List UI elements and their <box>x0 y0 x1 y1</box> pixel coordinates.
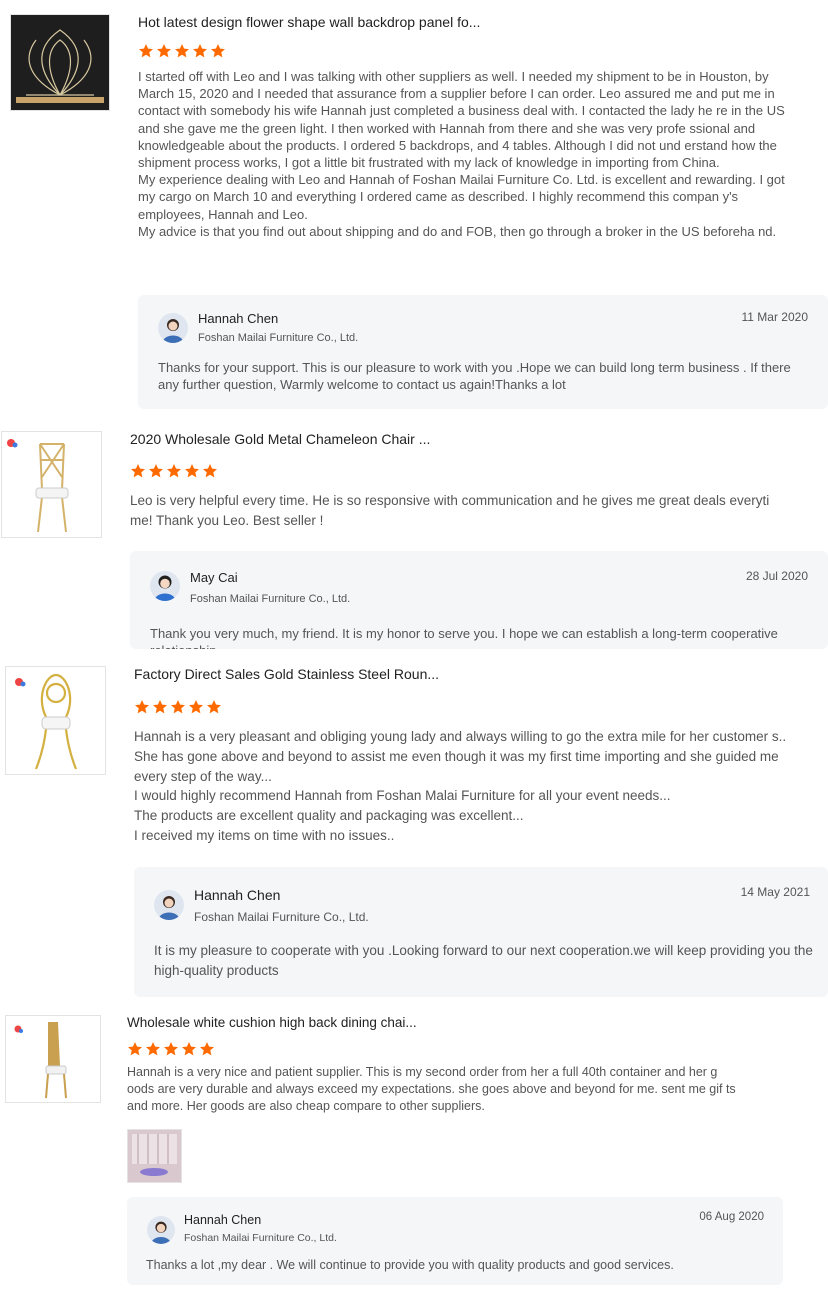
review-paragraph: I received my items on time with no issu… <box>134 827 395 843</box>
review-paragraph: I started off with Leo and I was talking… <box>138 69 785 171</box>
star-rating <box>134 699 222 715</box>
star-icon <box>139 44 153 58</box>
review-card: Factory Direct Sales Gold Stainless Stee… <box>0 660 828 1000</box>
reply-company: Foshan Mailai Furniture Co., Ltd. <box>184 1232 337 1244</box>
review-photo-image <box>128 1130 181 1182</box>
reply-text: Thanks a lot ,my dear . We will continue… <box>146 1258 674 1272</box>
star-icon <box>167 464 181 478</box>
chair-image <box>7 439 69 533</box>
star-icon <box>149 464 163 478</box>
review-paragraph: Hannah is a very nice and patient suppli… <box>127 1065 736 1113</box>
review-paragraph: My advice is that you find out about shi… <box>138 223 777 239</box>
backdrop-image <box>11 15 109 110</box>
review-paragraph: I would highly recommend Hannah from Fos… <box>134 788 671 804</box>
product-title[interactable]: Wholesale white cushion high back dining… <box>127 1015 417 1030</box>
review-paragraph: Hannah is a very pleasant and obliging y… <box>134 729 787 784</box>
reply-author: Hannah Chen <box>198 311 279 326</box>
star-icon <box>128 1042 142 1056</box>
star-icon <box>175 44 189 58</box>
avatar <box>147 1216 175 1244</box>
reply-author: May Cai <box>190 570 238 585</box>
star-icon <box>182 1042 196 1056</box>
reply-company: Foshan Mailai Furniture Co., Ltd. <box>198 332 359 344</box>
product-thumbnail[interactable] <box>5 1015 101 1103</box>
review-text: Leo is very helpful every time. He is so… <box>130 491 785 531</box>
star-icon <box>146 1042 160 1056</box>
review-photo[interactable] <box>127 1129 182 1183</box>
product-title[interactable]: 2020 Wholesale Gold Metal Chameleon Chai… <box>130 431 430 447</box>
star-icon <box>164 1042 178 1056</box>
product-title[interactable]: Factory Direct Sales Gold Stainless Stee… <box>134 666 439 682</box>
reply-date: 11 Mar 2020 <box>741 310 809 324</box>
review-card: Wholesale white cushion high back dining… <box>0 1008 828 1300</box>
star-icon <box>193 44 207 58</box>
star-icon <box>185 464 199 478</box>
review-text: Hannah is a very pleasant and obliging y… <box>134 727 789 846</box>
star-rating <box>138 43 226 59</box>
avatar <box>158 313 188 343</box>
reply-date: 28 Jul 2020 <box>745 569 808 583</box>
star-rating <box>127 1041 215 1057</box>
star-icon <box>131 464 145 478</box>
reply-author: Hannah Chen <box>184 1213 262 1227</box>
reply-text: Thank you very much, my friend. It is my… <box>150 626 778 649</box>
star-icon <box>157 44 171 58</box>
seller-reply: Hannah Chen Foshan Mailai Furniture Co.,… <box>138 295 828 409</box>
star-icon <box>203 464 217 478</box>
product-thumbnail[interactable] <box>5 666 106 775</box>
review-paragraph: Leo is very helpful every time. He is so… <box>130 493 770 528</box>
reply-company: Foshan Mailai Furniture Co., Ltd. <box>194 910 369 924</box>
review-text: Hannah is a very nice and patient suppli… <box>127 1064 747 1115</box>
avatar <box>150 571 180 601</box>
star-icon <box>200 1042 214 1056</box>
reply-text: Thanks for your support. This is our ple… <box>158 360 791 392</box>
review-card: 2020 Wholesale Gold Metal Chameleon Chai… <box>0 425 828 655</box>
reply-date: 06 Aug 2020 <box>699 1211 764 1223</box>
reply-text: It is my pleasure to cooperate with you … <box>154 943 813 978</box>
product-title[interactable]: Hot latest design flower shape wall back… <box>138 14 480 30</box>
star-icon <box>153 700 167 714</box>
product-thumbnail[interactable] <box>10 14 110 111</box>
seller-reply: Hannah Chen Foshan Mailai Furniture Co.,… <box>134 867 828 997</box>
review-paragraph: My experience dealing with Leo and Hanna… <box>138 172 785 222</box>
chair-image <box>14 1022 67 1099</box>
review-paragraph: The products are excellent quality and p… <box>134 808 524 824</box>
reply-company: Foshan Mailai Furniture Co., Ltd. <box>190 593 351 605</box>
avatar <box>154 890 184 920</box>
product-thumbnail[interactable] <box>1 431 102 538</box>
review-text: I started off with Leo and I was talking… <box>138 68 788 240</box>
seller-reply: Hannah Chen Foshan Mailai Furniture Co.,… <box>127 1197 783 1285</box>
review-card: Hot latest design flower shape wall back… <box>0 0 828 415</box>
star-icon <box>207 700 221 714</box>
seller-reply: May Cai Foshan Mailai Furniture Co., Ltd… <box>130 551 828 649</box>
star-icon <box>211 44 225 58</box>
reply-date: 14 May 2021 <box>740 885 810 899</box>
star-icon <box>189 700 203 714</box>
star-rating <box>130 463 218 479</box>
star-icon <box>171 700 185 714</box>
chair-image <box>15 673 78 770</box>
reply-author: Hannah Chen <box>194 887 281 903</box>
star-icon <box>135 700 149 714</box>
